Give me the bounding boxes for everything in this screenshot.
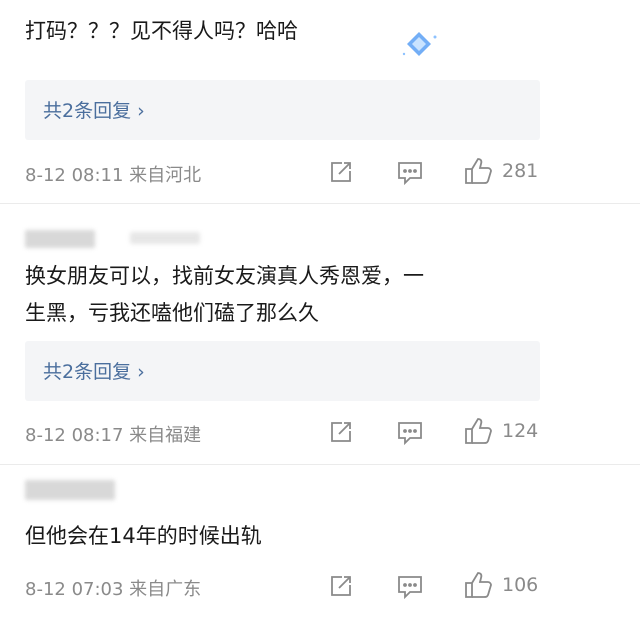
- blurred-username: [25, 480, 115, 500]
- like-icon[interactable]: [463, 156, 495, 186]
- like-icon[interactable]: [463, 416, 495, 446]
- view-replies-button[interactable]: 共2条回复 ›: [25, 341, 540, 401]
- comment-icon[interactable]: [396, 420, 424, 446]
- comment-text-line-1: 换女朋友可以，找前女友演真人秀恩爱，一: [25, 264, 424, 288]
- blurred-username-extra: [130, 232, 200, 244]
- view-replies-button[interactable]: 共2条回复 ›: [25, 80, 540, 140]
- replies-label: 共2条回复 ›: [43, 100, 145, 122]
- blurred-username: [25, 230, 95, 248]
- like-count: 106: [502, 574, 539, 596]
- replies-label: 共2条回复 ›: [43, 361, 145, 383]
- share-icon[interactable]: [328, 420, 354, 444]
- divider: [0, 464, 640, 465]
- badge-icon: [398, 28, 440, 64]
- comment-icon[interactable]: [396, 574, 424, 600]
- comment-meta: 8-12 08:17 来自福建: [25, 425, 202, 446]
- comment-meta: 8-12 07:03 来自广东: [25, 579, 202, 600]
- like-icon[interactable]: [463, 570, 495, 600]
- like-count: 281: [502, 160, 539, 182]
- comment-text-line-2: 生黑，亏我还嗑他们磕了那么久: [25, 301, 319, 325]
- divider: [0, 203, 640, 204]
- comment-meta: 8-12 08:11 来自河北: [25, 165, 202, 186]
- comment-icon[interactable]: [396, 160, 424, 186]
- comment-text: 但他会在14年的时候出轨: [25, 524, 262, 548]
- share-icon[interactable]: [328, 160, 354, 184]
- share-icon[interactable]: [328, 574, 354, 598]
- comment-text: 打码？？？见不得人吗？哈哈: [25, 19, 298, 43]
- like-count: 124: [502, 420, 539, 442]
